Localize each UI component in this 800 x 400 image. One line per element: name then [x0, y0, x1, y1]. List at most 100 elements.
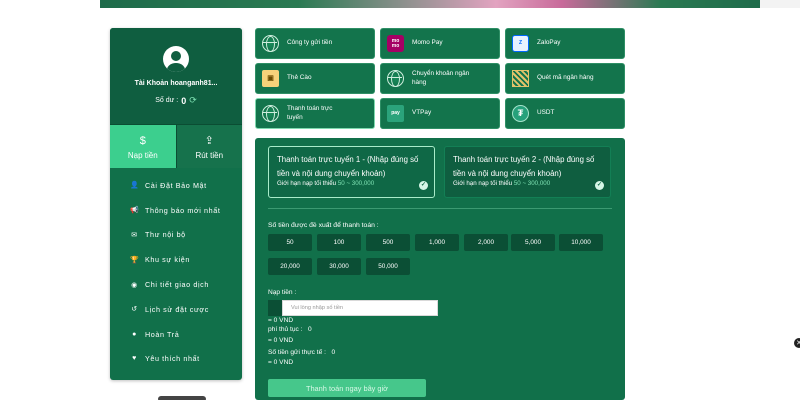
- payment-method-label: Chuyển khoản ngân hàng: [412, 70, 470, 86]
- menu-item-events[interactable]: 🏆 Khu sự kiện: [110, 247, 242, 272]
- limit-label: Giới hạn nạp tối thiểu: [277, 180, 337, 188]
- channel-option-1[interactable]: Thanh toán trực tuyến 1 - (Nhập đúng số …: [268, 146, 435, 198]
- payment-method-vtpay[interactable]: pay VTPay: [380, 98, 500, 129]
- account-name: Tài Khoản hoanganh81...: [134, 80, 218, 87]
- user-lock-icon: 👤: [130, 182, 140, 190]
- menu-item-inbox[interactable]: ✉ Thư nội bộ: [110, 223, 242, 248]
- menu-item-favorites[interactable]: ♥ Yêu thích nhất: [110, 347, 242, 372]
- history-icon: ↺: [131, 306, 138, 314]
- payment-method-label: VTPay: [412, 109, 432, 117]
- payment-method-zalopay[interactable]: Z ZaloPay: [505, 28, 625, 59]
- channel-option-2[interactable]: Thanh toán trực tuyến 2 - (Nhập đúng số …: [444, 146, 611, 198]
- zalopay-icon: Z: [512, 35, 529, 52]
- amount-button[interactable]: 50,000: [366, 258, 410, 275]
- refresh-icon[interactable]: ⟳: [189, 95, 197, 106]
- withdraw-icon: ⇪: [204, 135, 214, 147]
- menu-label: Cài Đặt Bảo Mật: [145, 180, 207, 190]
- menu-item-notifications[interactable]: 📢 Thông báo mới nhất: [110, 198, 242, 223]
- tab-deposit-label: Nạp tiền: [127, 150, 158, 160]
- banner-edge: [760, 0, 800, 8]
- payment-method-label: USDT: [537, 109, 555, 117]
- payment-method-qr[interactable]: Quét mã ngân hàng: [505, 63, 625, 94]
- amount-button[interactable]: 500: [366, 234, 410, 251]
- payment-method-online[interactable]: Thanh toán trực tuyến: [255, 98, 375, 129]
- bottom-widget: [158, 396, 206, 400]
- page-root: Tài Khoản hoanganh81... Số dư : 0 ⟳ $ Nạ…: [0, 0, 800, 400]
- deposit-icon: $: [139, 134, 146, 147]
- amount-button[interactable]: 1,000: [415, 234, 459, 251]
- payment-method-bank-transfer[interactable]: Chuyển khoản ngân hàng: [380, 63, 500, 94]
- limit-value: 50 ~ 300,000: [513, 180, 551, 188]
- menu-label: Hoàn Trả: [145, 329, 180, 339]
- actual-row: Số tiền gửi thực tế : 0: [268, 349, 335, 356]
- payment-method-card[interactable]: ▣ Thẻ Cào: [255, 63, 375, 94]
- amount-button[interactable]: 30,000: [317, 258, 361, 275]
- trophy-icon: 🏆: [130, 256, 140, 264]
- channel-limit: Giới hạn nạp tối thiểu 50 ~ 300,000: [453, 180, 602, 187]
- payment-method-usdt[interactable]: ₮ USDT: [505, 98, 625, 129]
- fee-label: phí thủ tục :: [268, 326, 303, 333]
- deposit-panel: Thanh toán trực tuyến 1 - (Nhập đúng số …: [255, 138, 625, 400]
- payment-method-label: Quét mã ngân hàng: [537, 74, 594, 82]
- menu-item-transactions[interactable]: ◉ Chi tiết giao dịch: [110, 272, 242, 297]
- amount-button[interactable]: 2,000: [464, 234, 508, 251]
- qr-icon: [512, 70, 529, 87]
- menu-label: Lịch sử đặt cược: [145, 304, 209, 314]
- payment-method-company[interactable]: Công ty gửi tiền: [255, 28, 375, 59]
- amount-button[interactable]: 100: [317, 234, 361, 251]
- balance-value: 0: [181, 95, 187, 106]
- menu-item-security[interactable]: 👤 Cài Đặt Bảo Mật: [110, 173, 242, 198]
- channel-title: Thanh toán trực tuyến 1 - (Nhập đúng số …: [277, 155, 419, 178]
- actual-value: 0: [331, 349, 336, 356]
- input-prefix: [268, 300, 282, 316]
- globe-icon: [262, 105, 279, 122]
- globe-icon: [387, 70, 404, 87]
- globe-icon: [262, 35, 279, 52]
- actual-equivalent: = 0 VND: [268, 359, 294, 366]
- pay-now-button[interactable]: Thanh toán ngay bây giờ: [268, 379, 426, 397]
- top-banner: [100, 0, 760, 8]
- list-icon: ◉: [131, 281, 138, 289]
- menu-label: Chi tiết giao dịch: [145, 280, 209, 290]
- avatar-icon: [163, 46, 189, 72]
- balance-row: Số dư : 0 ⟳: [155, 95, 197, 106]
- menu-item-refund[interactable]: ● Hoàn Trả: [110, 322, 242, 347]
- amount-button[interactable]: 5,000: [511, 234, 555, 251]
- balance-label: Số dư :: [155, 97, 179, 104]
- fee-equivalent: = 0 VND: [268, 337, 294, 344]
- deposit-amount-input[interactable]: Vui lòng nhập số tiền: [282, 300, 438, 316]
- payment-method-label: Công ty gửi tiền: [287, 39, 333, 47]
- usdt-icon: ₮: [512, 105, 529, 122]
- menu-label: Thư nội bộ: [145, 230, 186, 240]
- amount-button[interactable]: 20,000: [268, 258, 312, 275]
- payment-method-label: ZaloPay: [537, 39, 561, 47]
- amount-button[interactable]: 50: [268, 234, 312, 251]
- tab-withdraw-label: Rút tiền: [195, 150, 224, 160]
- heart-icon: ♥: [132, 355, 137, 363]
- limit-label: Giới hạn nạp tối thiểu: [453, 180, 513, 188]
- tab-deposit[interactable]: $ Nạp tiền: [110, 125, 176, 168]
- fee-value: 0: [307, 326, 312, 333]
- tab-withdraw[interactable]: ⇪ Rút tiền: [175, 125, 242, 168]
- sidebar-menu: 👤 Cài Đặt Bảo Mật 📢 Thông báo mới nhất ✉ Th…: [110, 168, 242, 371]
- amount-button[interactable]: 10,000: [559, 234, 603, 251]
- check-icon: ✓: [419, 181, 428, 190]
- momo-icon: mo mo: [387, 35, 404, 52]
- fee-row: phí thủ tục : 0: [268, 326, 312, 333]
- card-icon: ▣: [262, 70, 279, 87]
- profile-card: Tài Khoản hoanganh81... Số dư : 0 ⟳: [110, 28, 242, 124]
- payment-method-label: Momo Pay: [412, 39, 443, 47]
- payment-method-label: Thẻ Cào: [287, 74, 312, 82]
- menu-item-bet-history[interactable]: ↺ Lịch sử đặt cược: [110, 297, 242, 322]
- limit-value: 50 ~ 300,000: [337, 180, 375, 188]
- suggest-title: Số tiền được đề xuất để thanh toán :: [268, 222, 379, 229]
- channel-title: Thanh toán trực tuyến 2 - (Nhập đúng số …: [453, 155, 595, 178]
- menu-label: Yêu thích nhất: [145, 354, 200, 364]
- payment-method-momo[interactable]: mo mo Momo Pay: [380, 28, 500, 59]
- menu-label: Khu sự kiện: [145, 255, 190, 265]
- refund-icon: ●: [132, 330, 137, 338]
- wallet-tabs: $ Nạp tiền ⇪ Rút tiền: [110, 124, 242, 168]
- close-icon[interactable]: ✕: [794, 338, 800, 348]
- vtpay-icon: pay: [387, 105, 404, 122]
- divider: [268, 208, 612, 209]
